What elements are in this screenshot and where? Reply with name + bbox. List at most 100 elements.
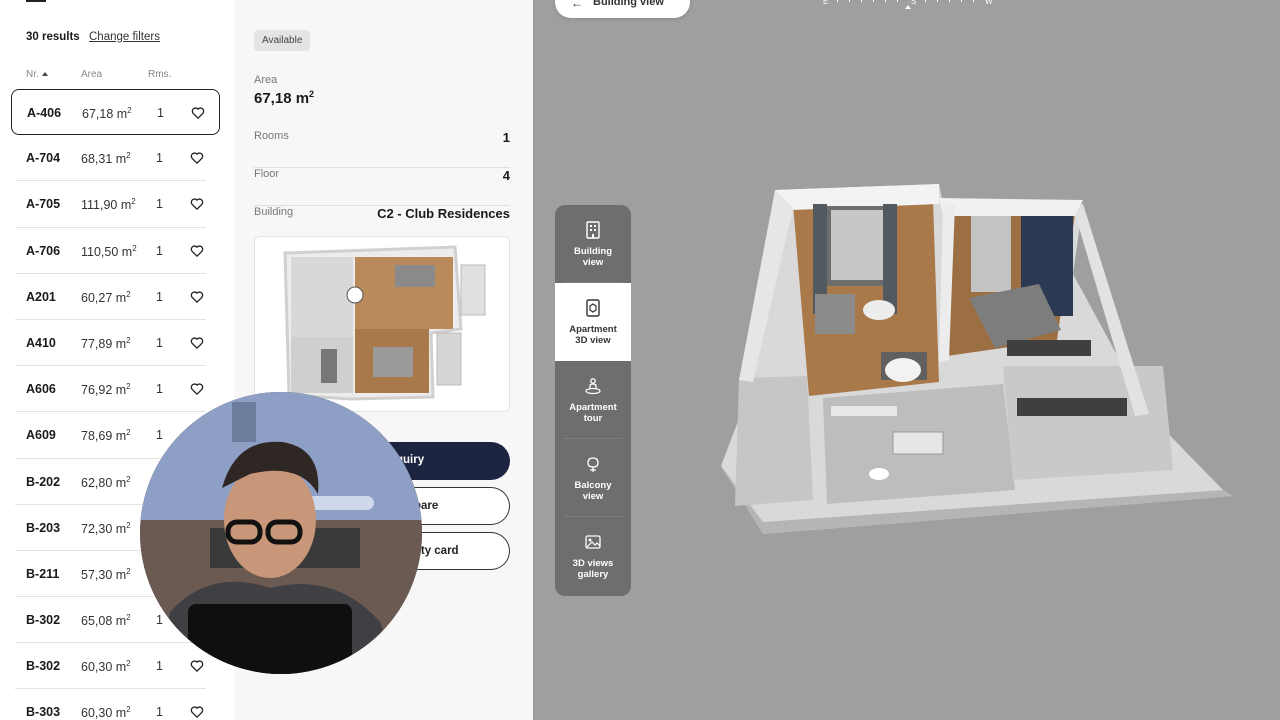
result-row[interactable]: A-706 110,50 m2 1 <box>11 228 220 274</box>
area-label: Area <box>254 74 278 86</box>
apartment-number: B-302 <box>26 613 61 628</box>
compass-tick <box>949 0 950 2</box>
compass-tick <box>897 0 898 2</box>
apartment-area: 72,30 m2 <box>81 520 131 536</box>
gallery-icon <box>585 535 601 549</box>
favorite-heart-icon[interactable] <box>190 659 204 673</box>
result-row[interactable]: A410 77,89 m2 1 <box>11 320 220 367</box>
spec-label: Rooms <box>254 130 289 142</box>
result-row[interactable]: A606 76,92 m2 1 <box>11 366 220 413</box>
compass-tick <box>861 0 862 2</box>
apartment-number: A-704 <box>26 151 61 166</box>
apartment-rooms: 1 <box>156 382 163 397</box>
apartment-3d-viewer[interactable]: ← Building view E S W Building view Apar… <box>533 0 1280 720</box>
compass-letter: S <box>911 0 917 6</box>
apartment-area: 60,30 m2 <box>81 659 131 675</box>
apartment-rooms: 1 <box>156 335 163 350</box>
column-header-rooms[interactable]: Rms. <box>148 69 171 80</box>
apartment-area: 60,30 m2 <box>81 705 131 720</box>
result-row[interactable]: B-303 60,30 m2 1 <box>11 689 220 720</box>
view-mode-menu: Building view Apartment 3D view Apartmen… <box>555 205 631 596</box>
person-360-icon <box>585 378 601 395</box>
spec-value: 4 <box>502 168 510 183</box>
column-header-nr[interactable]: Nr. <box>26 69 48 80</box>
apartment-area: 111,90 m2 <box>81 197 136 213</box>
status-badge: Available <box>254 30 311 51</box>
result-row[interactable]: A201 60,27 m2 1 <box>11 274 220 321</box>
spec-label: Building <box>254 206 294 218</box>
apartment-3d-model[interactable] <box>703 170 1243 570</box>
apartment-area: 110,50 m2 <box>81 243 137 259</box>
compass-letter: E <box>823 0 829 6</box>
column-header-area[interactable]: Area <box>81 69 102 80</box>
balcony-icon <box>587 457 599 472</box>
result-row[interactable]: A-406 67,18 m2 1 <box>11 89 220 136</box>
view-label: Balcony view <box>574 480 612 502</box>
spec-value: C2 - Club Residences <box>377 206 510 221</box>
apartment-area: 65,08 m2 <box>81 613 131 629</box>
apartment-area: 60,27 m2 <box>81 289 131 305</box>
apartment-number: A-406 <box>27 106 62 120</box>
view-building[interactable]: Building view <box>555 205 631 283</box>
apartment-number: A410 <box>26 335 56 350</box>
favorite-heart-icon[interactable] <box>190 705 204 719</box>
sort-asc-icon <box>41 72 48 76</box>
apartment-area: 57,30 m2 <box>81 566 131 583</box>
apartment-rooms: 1 <box>156 659 163 674</box>
favorite-heart-icon[interactable] <box>190 244 204 258</box>
favorite-heart-icon[interactable] <box>191 106 205 120</box>
view-balcony[interactable]: Balcony view <box>555 439 631 517</box>
apartment-area: 76,92 m2 <box>81 382 131 398</box>
spec-rooms: Rooms 1 <box>254 130 510 168</box>
compass-letter: W <box>985 0 993 6</box>
apartment-area: 62,80 m2 <box>81 474 131 490</box>
view-label: Apartment 3D view <box>569 324 617 346</box>
apartment-rooms: 1 <box>156 613 163 628</box>
compass-tick <box>873 0 874 2</box>
apartment-number: A-705 <box>26 197 61 212</box>
favorite-heart-icon[interactable] <box>190 382 204 396</box>
spec-label: Floor <box>254 168 280 180</box>
floor-plan-thumbnail[interactable] <box>254 236 510 412</box>
apartment-rooms: 1 <box>156 243 163 258</box>
result-row[interactable]: A-704 68,31 m2 1 <box>11 135 220 182</box>
building-view-label: Building view <box>593 0 664 8</box>
view-apartment-tour[interactable]: Apartment tour <box>555 361 631 439</box>
view-label: Apartment tour <box>569 402 617 424</box>
apartment-rooms: 1 <box>156 289 163 304</box>
view-gallery[interactable]: 3D views gallery <box>555 517 631 595</box>
view-label: 3D views gallery <box>572 558 614 580</box>
apartment-number: B-303 <box>26 705 61 720</box>
area-value: 67,18 m2 <box>254 89 315 107</box>
apartment-number: B-202 <box>26 474 61 489</box>
compass-tick <box>849 0 850 2</box>
apartment-number: A201 <box>26 289 56 304</box>
apartment-area: 68,31 m2 <box>81 151 131 167</box>
apartment-number: B-302 <box>26 659 61 674</box>
favorite-heart-icon[interactable] <box>190 290 204 304</box>
compass-tick <box>937 0 938 2</box>
apartment-number: B-203 <box>26 520 61 535</box>
change-filters-link[interactable]: Change filters <box>89 31 160 43</box>
result-row[interactable]: B-302 60,30 m2 1 <box>11 643 220 690</box>
view-apartment-3d[interactable]: Apartment 3D view <box>555 283 631 361</box>
apartment-rooms: 1 <box>156 151 163 166</box>
spec-floor: Floor 4 <box>254 168 510 206</box>
compass-strip[interactable]: E S W <box>823 0 993 13</box>
presenter-webcam-overlay <box>140 392 422 674</box>
apartment-number: B-211 <box>26 566 60 581</box>
apartment-area: 78,69 m2 <box>81 428 131 444</box>
arrow-left-icon: ← <box>571 0 583 10</box>
apartment-area: 77,89 m2 <box>81 335 131 352</box>
apartment-rooms: 1 <box>156 197 163 212</box>
menu-icon[interactable] <box>26 0 46 2</box>
favorite-heart-icon[interactable] <box>190 197 204 211</box>
view-label: Building view <box>574 246 612 268</box>
favorite-heart-icon[interactable] <box>190 151 204 165</box>
favorite-heart-icon[interactable] <box>190 336 204 350</box>
apartment-number: A-706 <box>26 243 61 258</box>
compass-pointer-icon <box>905 5 911 9</box>
result-row[interactable]: A-705 111,90 m2 1 <box>11 181 220 228</box>
building-view-button[interactable]: ← Building view <box>555 0 690 18</box>
compass-tick <box>925 0 926 2</box>
